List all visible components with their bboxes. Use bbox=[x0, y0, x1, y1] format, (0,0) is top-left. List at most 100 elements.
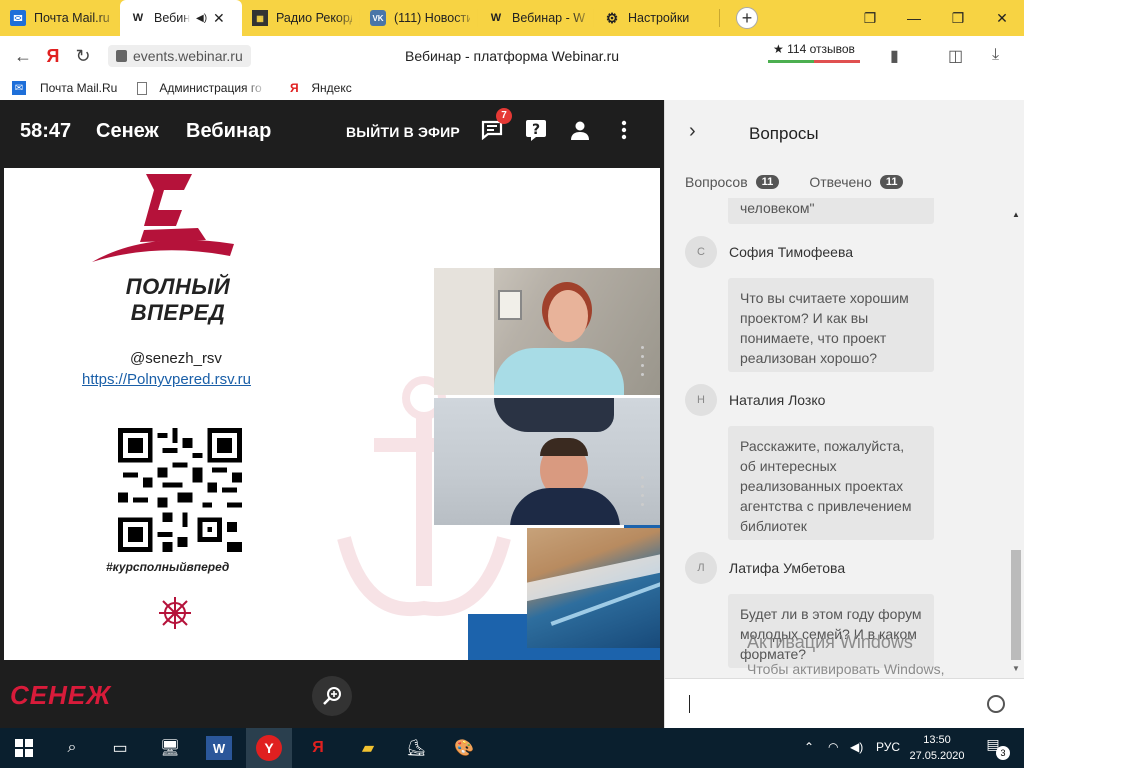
camera-feed-3[interactable] bbox=[527, 528, 660, 648]
task-view-icon[interactable]: ▭ bbox=[108, 736, 132, 760]
screen: ✉ Почта Mail.ru W Вебинар ◀) ✕ ▦ Радио Р… bbox=[0, 0, 1148, 784]
zoom-in-button[interactable] bbox=[312, 676, 352, 716]
tab-webinar-2[interactable]: W Вебинар - W bbox=[478, 0, 594, 36]
gear-icon: ⚙ bbox=[605, 9, 619, 26]
radio-icon: ▦ bbox=[252, 10, 268, 26]
go-live-button[interactable]: ВЫЙТИ В ЭФИР bbox=[346, 124, 460, 140]
yandex-logo-icon[interactable]: Я bbox=[38, 46, 68, 67]
tab-mail[interactable]: ✉ Почта Mail.ru bbox=[0, 0, 120, 36]
bookmark-label: Почта Mail.Ru bbox=[40, 81, 118, 95]
extensions-icon[interactable]: ◫ bbox=[948, 46, 963, 66]
search-icon[interactable]: ⌕ bbox=[60, 736, 84, 760]
download-icon[interactable]: ⤓ bbox=[992, 46, 999, 64]
webinar-player: 58:47 Сенеж Вебинар ВЫЙТИ В ЭФИР 7 ? ПОЛ… bbox=[0, 100, 664, 728]
question-input[interactable] bbox=[665, 678, 1024, 728]
bookmarks-bar: ✉ Почта Mail.Ru Администрация го Я Яндек… bbox=[0, 76, 1024, 100]
tray-expand-icon[interactable]: ⌃ bbox=[804, 740, 814, 754]
reviews-widget[interactable]: ★ 114 отзывов bbox=[768, 42, 860, 63]
paint-icon[interactable]: 🎨 bbox=[452, 736, 476, 760]
question-bubble[interactable]: Что вы считаете хорошим проектом? И как … bbox=[728, 278, 934, 372]
camera-feed-2[interactable] bbox=[434, 398, 660, 525]
app-icon[interactable]: ⛸ bbox=[404, 736, 428, 760]
more-menu-icon[interactable] bbox=[612, 118, 636, 142]
speaker-icon[interactable]: ◀) bbox=[196, 13, 207, 24]
bookmark-label: Яндекс bbox=[311, 81, 352, 95]
bookmark-icon[interactable]: ▮ bbox=[890, 46, 899, 66]
senezh-brand-logo: СЕНЕЖ bbox=[10, 680, 112, 710]
author-name: Латифа Умбетова bbox=[729, 560, 846, 576]
browser-tab-strip: ✉ Почта Mail.ru W Вебинар ◀) ✕ ▦ Радио Р… bbox=[0, 0, 1024, 36]
close-window-button[interactable]: ✕ bbox=[980, 10, 1024, 27]
question-author: Н Наталия Лозко bbox=[685, 384, 825, 416]
tab-label: (111) Новости bbox=[394, 11, 470, 25]
language-indicator[interactable]: РУС bbox=[876, 740, 900, 754]
question-icon[interactable]: ? bbox=[524, 118, 548, 142]
questions-header: › Вопросы bbox=[665, 100, 1024, 166]
file-explorer-icon[interactable]: ▰ bbox=[356, 736, 380, 760]
clock-date: 27.05.2020 bbox=[909, 750, 965, 762]
notifications-icon[interactable]: ▤ 3 bbox=[982, 736, 1010, 760]
camera-feed-1[interactable] bbox=[434, 268, 660, 395]
system-clock[interactable]: 13:50 27.05.2020 bbox=[908, 732, 966, 764]
yandex-icon[interactable]: Я bbox=[306, 736, 330, 760]
restore-button[interactable]: ❐ bbox=[936, 10, 980, 27]
logo-line-1: ПОЛНЫЙ bbox=[125, 274, 231, 299]
chat-badge: 7 bbox=[496, 108, 512, 124]
back-icon[interactable]: ← bbox=[8, 46, 38, 67]
watermark-title: Активация Windows bbox=[747, 632, 913, 652]
word-icon[interactable]: W bbox=[206, 736, 232, 760]
tab-answered[interactable]: Отвечено 11 bbox=[809, 174, 904, 190]
slide-link[interactable]: https://Polnyvpered.rsv.ru bbox=[82, 371, 251, 388]
minimize-button[interactable]: — bbox=[892, 10, 936, 26]
question-bubble-previous: человеком" bbox=[728, 198, 934, 224]
yandex-icon: Я bbox=[290, 81, 299, 95]
url-text: events.webinar.ru bbox=[133, 48, 243, 64]
collapse-panel-icon[interactable]: › bbox=[689, 120, 696, 143]
questions-count-badge: 11 bbox=[755, 175, 780, 189]
answered-count-badge: 11 bbox=[879, 175, 904, 189]
reviews-label: ★ 114 отзывов bbox=[773, 42, 855, 56]
avatar: С bbox=[685, 236, 717, 268]
close-tab-icon[interactable]: ✕ bbox=[213, 10, 225, 27]
mail-icon: ✉ bbox=[10, 10, 26, 26]
question-bubble[interactable]: Расскажите, пожалуйста, об интересных ре… bbox=[728, 426, 934, 540]
yandex-browser-icon[interactable]: Y bbox=[246, 728, 292, 768]
wifi-icon[interactable]: ◠ bbox=[828, 740, 838, 754]
bookmark-mail[interactable]: ✉ Почта Mail.Ru bbox=[12, 81, 117, 95]
tab-vk[interactable]: VK (111) Новости bbox=[360, 0, 478, 36]
notifications-count: 3 bbox=[996, 746, 1010, 760]
windows-start-icon[interactable] bbox=[12, 736, 36, 760]
questions-scrollbar[interactable]: ▲ ▼ bbox=[1011, 210, 1021, 676]
reload-icon[interactable]: ↻ bbox=[68, 46, 98, 67]
scrollbar-thumb[interactable] bbox=[1011, 550, 1021, 660]
bookmark-admin[interactable]: Администрация го bbox=[137, 81, 267, 95]
scroll-up-icon[interactable]: ▲ bbox=[1012, 210, 1020, 219]
tab-webinar-active[interactable]: W Вебинар ◀) ✕ bbox=[120, 0, 242, 36]
camera-1-menu-icon[interactable] bbox=[641, 346, 644, 382]
app-computer-icon[interactable]: 🖥 bbox=[158, 736, 182, 760]
webinar-icon: W bbox=[490, 12, 502, 24]
volume-icon[interactable]: ◀) bbox=[850, 740, 863, 754]
text-caret bbox=[689, 695, 690, 713]
tab-questions[interactable]: Вопросов 11 bbox=[685, 174, 780, 190]
questions-tabs: Вопросов 11 Отвечено 11 bbox=[685, 174, 933, 190]
participants-icon[interactable] bbox=[568, 118, 592, 142]
scroll-down-icon[interactable]: ▼ bbox=[1012, 664, 1020, 673]
webinar-footer: СЕНЕЖ bbox=[0, 660, 664, 728]
tab-label: Вебинар bbox=[154, 11, 190, 25]
url-field[interactable]: events.webinar.ru bbox=[108, 45, 251, 67]
lock-icon bbox=[116, 50, 127, 62]
new-tab-button[interactable]: + bbox=[736, 7, 758, 29]
tab-label: Настройки bbox=[628, 11, 690, 25]
tab-radio[interactable]: ▦ Радио Рекорд bbox=[242, 0, 360, 36]
page-title: Вебинар - платформа Webinar.ru bbox=[405, 48, 620, 64]
tab-settings[interactable]: ⚙ Настройки bbox=[594, 0, 720, 36]
webinar-title: Вебинар bbox=[186, 120, 272, 142]
qr-code-icon bbox=[118, 428, 242, 552]
tabs-menu-icon[interactable]: ❐ bbox=[848, 10, 892, 27]
emoji-icon[interactable] bbox=[987, 695, 1005, 713]
bookmark-yandex[interactable]: Я Яндекс bbox=[287, 81, 352, 95]
camera-2-menu-icon[interactable] bbox=[641, 476, 644, 512]
mail-icon: ✉ bbox=[12, 81, 26, 95]
questions-panel: › Вопросы Вопросов 11 Отвечено 11 челове… bbox=[664, 100, 1024, 728]
